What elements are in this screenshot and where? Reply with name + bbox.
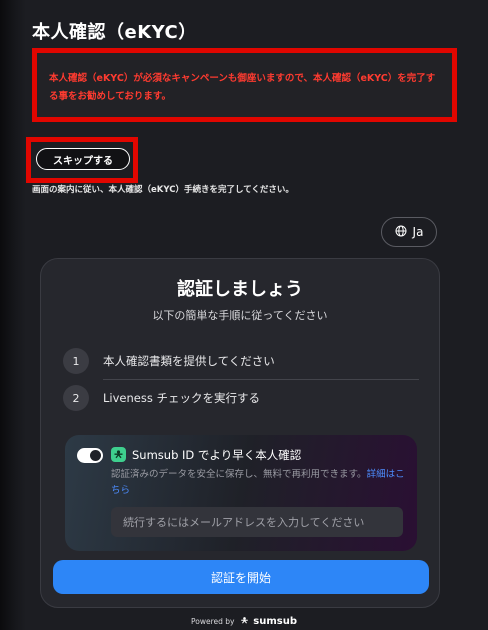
instruction-text: 画面の案内に従い、本人確認（eKYC）手続きを完了してください。 [32, 185, 294, 195]
card-title: 認証しましょう [177, 279, 303, 300]
card-subtitle: 以下の簡単な手順に従ってください [152, 309, 328, 322]
sumsub-brand: sumsub [253, 616, 297, 627]
step-number: 1 [63, 348, 89, 374]
step-number: 2 [63, 385, 89, 411]
sumsub-description: 認証済みのデータを安全に保存し、無料で再利用できます。詳細はこちら [111, 467, 411, 499]
verification-card: 認証しましょう 以下の簡単な手順に従ってください 1 本人確認書類を提供してくだ… [40, 258, 440, 608]
sumsub-logo-icon [111, 447, 126, 462]
sumsub-footer-icon [237, 617, 251, 626]
notice-box: 本人確認（eKYC）が必須なキャンペーンも御座いますので、本人確認（eKYC）を… [32, 48, 457, 122]
start-verification-button[interactable]: 認証を開始 [53, 560, 429, 594]
globe-icon [395, 225, 407, 240]
powered-by-text: Powered by [191, 617, 235, 626]
step-item: 2 Liveness チェックを実行する [63, 382, 419, 414]
left-edge-shadow [0, 0, 26, 630]
sumsub-description-text: 認証済みのデータを安全に保存し、無料で再利用できます。 [111, 469, 367, 480]
email-input[interactable] [111, 507, 403, 537]
toggle-knob [90, 450, 101, 461]
step-divider [103, 379, 419, 380]
powered-by-footer: Powered by sumsub [0, 616, 488, 627]
step-label: 本人確認書類を提供してください [103, 354, 275, 368]
language-selector[interactable]: Ja [381, 217, 437, 247]
sumsub-heading: Sumsub ID でより早く本人確認 [132, 448, 302, 462]
language-label: Ja [412, 225, 424, 239]
skip-button[interactable]: スキップする [36, 148, 130, 170]
step-item: 1 本人確認書類を提供してください [63, 345, 419, 377]
step-label: Liveness チェックを実行する [103, 391, 260, 405]
notice-text: 本人確認（eKYC）が必須なキャンペーンも御座いますので、本人確認（eKYC）を… [49, 73, 436, 102]
sumsub-id-toggle[interactable] [77, 448, 103, 463]
page-title: 本人確認（eKYC） [32, 22, 197, 43]
sumsub-id-panel: Sumsub ID でより早く本人確認 認証済みのデータを安全に保存し、無料で再… [65, 435, 417, 551]
